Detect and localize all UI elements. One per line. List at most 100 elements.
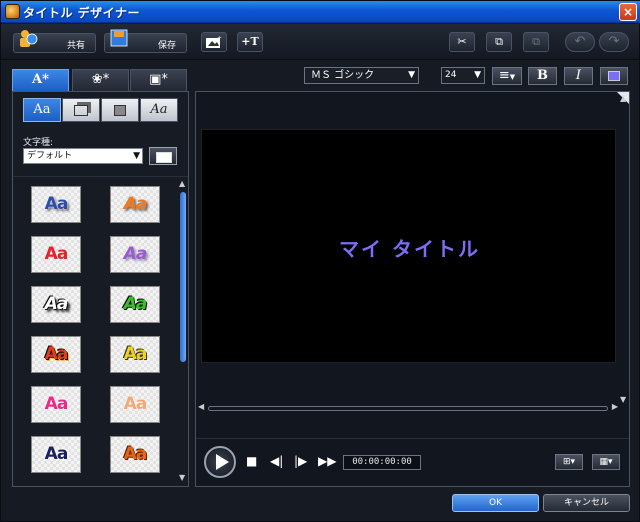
divider [13,176,188,177]
safe-zone-button[interactable]: ⊞▾ [555,454,583,470]
style-tabs: A* ❀* ▣* [12,69,189,91]
preset-tile[interactable]: Aa [110,236,160,273]
scroll-right-icon[interactable]: ▶ [612,402,618,411]
scroll-up-icon[interactable]: ▲ [179,179,185,188]
play-button[interactable] [204,446,236,478]
preset-tile[interactable]: Aa [31,186,81,223]
preset-label: Aa [123,344,148,364]
font-value: ＭＳ ゴシック [311,70,375,81]
preset-tile[interactable]: Aa [110,436,160,473]
aspect-ratio-button[interactable]: ▦▾ [592,454,620,470]
window-title: タイトル デザイナー [23,6,140,20]
preset-tile[interactable]: Aa [110,336,160,373]
bold-button[interactable]: B [528,67,557,85]
charset-label: 文字種: [23,138,54,148]
save-label: 保存 [157,41,176,51]
playback-controls: ■ ◀| |▶ ▶▶ 00:00:00:00 ⊞▾ ▦▾ [196,438,629,486]
copy-icon: ⧉ [495,35,503,48]
scroll-track[interactable] [208,406,608,411]
preset-tile[interactable]: Aa [31,336,81,373]
title-canvas[interactable]: マイ タイトル [201,129,616,363]
cut-icon: ✂ [457,35,467,48]
add-image-icon: + [206,35,222,48]
preset-tile[interactable]: Aa [31,286,81,323]
save-icon [110,29,128,47]
preset-tile[interactable]: Aa [110,286,160,323]
preset-label: Aa [44,444,69,464]
tab-text-style[interactable]: A* [12,69,69,91]
paste-icon: ⧉ [532,35,540,48]
add-text-icon: +T [241,35,259,48]
font-select[interactable]: ＭＳ ゴシック ▼ [304,67,419,84]
redo-button[interactable]: ↷ [599,32,629,52]
preset-tile[interactable]: Aa [31,386,81,423]
paste-button[interactable]: ⧉ [523,32,549,52]
title-text[interactable]: マイ タイトル [202,233,617,262]
app-icon [5,4,20,19]
preview-vscrollbar[interactable]: ▲ ▼ [620,94,628,404]
preset-label: Aa [44,194,69,214]
preset-scrollbar[interactable]: ▲ ▼ [178,178,188,483]
save-button[interactable]: 保存 [104,29,187,53]
preview-panel: マイ タイトル ▲ ▼ ◀ ▶ ■ ◀| |▶ ▶▶ 00:00:00:00 ⊞… [195,91,630,487]
color-swatch-icon [608,71,620,81]
next-frame-button[interactable]: |▶ [294,454,307,468]
scroll-up-icon[interactable]: ▲ [620,94,626,103]
scroll-down-icon[interactable]: ▼ [620,395,626,404]
title-designer-window: タイトル デザイナー × 共有 保存 + +T ✂ ⧉ ⧉ ↶ ↷ A* ❀* … [0,0,640,522]
stop-button[interactable]: ■ [246,454,257,468]
chevron-down-icon: ▼ [474,70,481,80]
undo-icon: ↶ [574,34,586,49]
preset-grid: Aa Aa Aa Aa Aa Aa Aa Aa Aa Aa Aa Aa [13,178,179,483]
cut-button[interactable]: ✂ [449,32,475,52]
preset-label: Aa [123,444,148,464]
copy-button[interactable]: ⧉ [486,32,512,52]
redo-icon: ↷ [608,34,620,49]
scroll-left-icon[interactable]: ◀ [198,402,204,411]
font-size-select[interactable]: 24 ▼ [441,67,485,84]
preset-tile[interactable]: Aa [31,436,81,473]
tab-particle-effect[interactable]: ❀* [72,69,129,91]
border-style-icon [114,105,126,116]
border-style-button[interactable] [101,98,139,122]
share-button[interactable]: 共有 [13,30,96,53]
italic-button[interactable]: I [564,67,593,85]
align-button[interactable]: ≡▼ [492,67,522,85]
svg-text:+: + [217,35,222,42]
text-color-button[interactable] [600,67,628,85]
undo-button[interactable]: ↶ [565,32,595,52]
preset-label: Aa [44,294,69,314]
share-icon [20,30,38,47]
preset-label: Aa [123,244,148,264]
cancel-button[interactable]: キャンセル [543,494,630,512]
charset-select[interactable]: デフォルト ▼ [23,148,143,164]
scroll-down-icon[interactable]: ▼ [179,473,185,482]
preset-label: Aa [123,394,148,414]
title-bar: タイトル デザイナー × [1,1,640,23]
shadow-style-button[interactable] [62,98,100,122]
font-size-value: 24 [445,70,457,80]
shadow-style-icon [74,105,88,116]
add-image-button[interactable]: + [201,32,227,52]
ok-button[interactable]: OK [452,494,539,512]
charset-settings-button[interactable] [149,147,177,165]
chevron-down-icon: ▼ [408,70,415,80]
style-panel-body: Aa Aa 文字種: デフォルト ▼ Aa Aa Aa Aa Aa Aa Aa … [12,91,189,487]
preview-hscrollbar[interactable]: ◀ ▶ [198,402,618,414]
close-button[interactable]: × [619,3,637,21]
safe-zone-icon: ⊞▾ [562,457,576,467]
outline-style-button[interactable]: Aa [140,98,178,122]
face-style-button[interactable]: Aa [23,98,61,122]
add-text-button[interactable]: +T [237,32,263,52]
scroll-thumb[interactable] [180,192,186,362]
chevron-down-icon: ▼ [509,73,516,81]
preset-label: Aa [44,244,69,264]
fast-forward-button[interactable]: ▶▶ [318,454,336,468]
tab-background[interactable]: ▣* [130,69,187,91]
film-icon: ▦▾ [599,457,613,467]
preset-tile[interactable]: Aa [110,386,160,423]
chevron-down-icon: ▼ [133,151,140,161]
previous-frame-button[interactable]: ◀| [270,454,283,468]
preset-tile[interactable]: Aa [31,236,81,273]
preset-tile[interactable]: Aa [110,186,160,223]
